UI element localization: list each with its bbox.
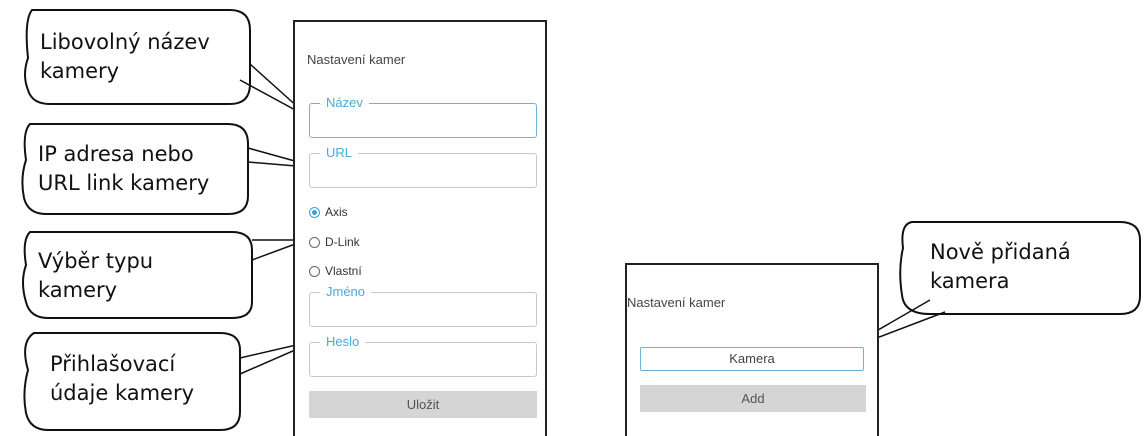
callout-line: Nově přidaná bbox=[930, 240, 1071, 264]
callout-line: Libovolný název bbox=[40, 30, 210, 54]
callout-line: Přihlašovací bbox=[50, 352, 176, 376]
radio-selected-icon bbox=[309, 206, 320, 218]
url-field-label: URL bbox=[320, 145, 359, 161]
radio-dlink[interactable]: D-Link bbox=[309, 235, 360, 249]
username-field-label: Jméno bbox=[320, 284, 372, 300]
callout-line: IP adresa nebo bbox=[38, 142, 194, 166]
callout-line: kamera bbox=[930, 269, 1010, 293]
callout-line: Výběr typu bbox=[38, 249, 154, 273]
url-field[interactable]: URL bbox=[309, 145, 537, 188]
camera-list-screen: Nastavení kamer Kamera Add bbox=[625, 263, 879, 436]
radio-unselected-icon bbox=[309, 265, 320, 277]
screen-title: Nastavení kamer bbox=[627, 295, 726, 310]
radio-axis[interactable]: Axis bbox=[309, 205, 348, 219]
radio-custom[interactable]: Vlastní bbox=[309, 264, 362, 278]
camera-list-item[interactable]: Kamera bbox=[640, 347, 864, 371]
name-field-label: Název bbox=[320, 95, 369, 111]
name-field[interactable]: Název bbox=[309, 95, 537, 138]
callout-line: údaje kamery bbox=[50, 381, 195, 405]
camera-settings-screen: Nastavení kamer Název URL Axis D-Link Vl… bbox=[293, 20, 547, 436]
callout-line: kamery bbox=[40, 59, 120, 83]
add-button[interactable]: Add bbox=[640, 385, 866, 412]
save-button[interactable]: Uložit bbox=[309, 391, 537, 418]
password-field-label: Heslo bbox=[320, 334, 366, 350]
callout-label-type: Výběr typu kamery bbox=[38, 247, 153, 305]
radio-label: D-Link bbox=[325, 235, 360, 249]
callout-line: kamery bbox=[38, 278, 118, 302]
screen-title: Nastavení kamer bbox=[307, 52, 406, 67]
callout-label-name: Libovolný název kamery bbox=[40, 28, 210, 86]
callout-line: URL link kamery bbox=[38, 171, 210, 195]
username-field[interactable]: Jméno bbox=[309, 284, 537, 327]
callout-label-new-camera: Nově přidaná kamera bbox=[930, 238, 1071, 296]
radio-label: Vlastní bbox=[325, 264, 362, 278]
callout-label-url: IP adresa nebo URL link kamery bbox=[38, 140, 209, 198]
radio-unselected-icon bbox=[309, 236, 320, 248]
radio-label: Axis bbox=[325, 205, 348, 219]
password-field[interactable]: Heslo bbox=[309, 334, 537, 377]
callout-label-credentials: Přihlašovací údaje kamery bbox=[50, 350, 194, 408]
